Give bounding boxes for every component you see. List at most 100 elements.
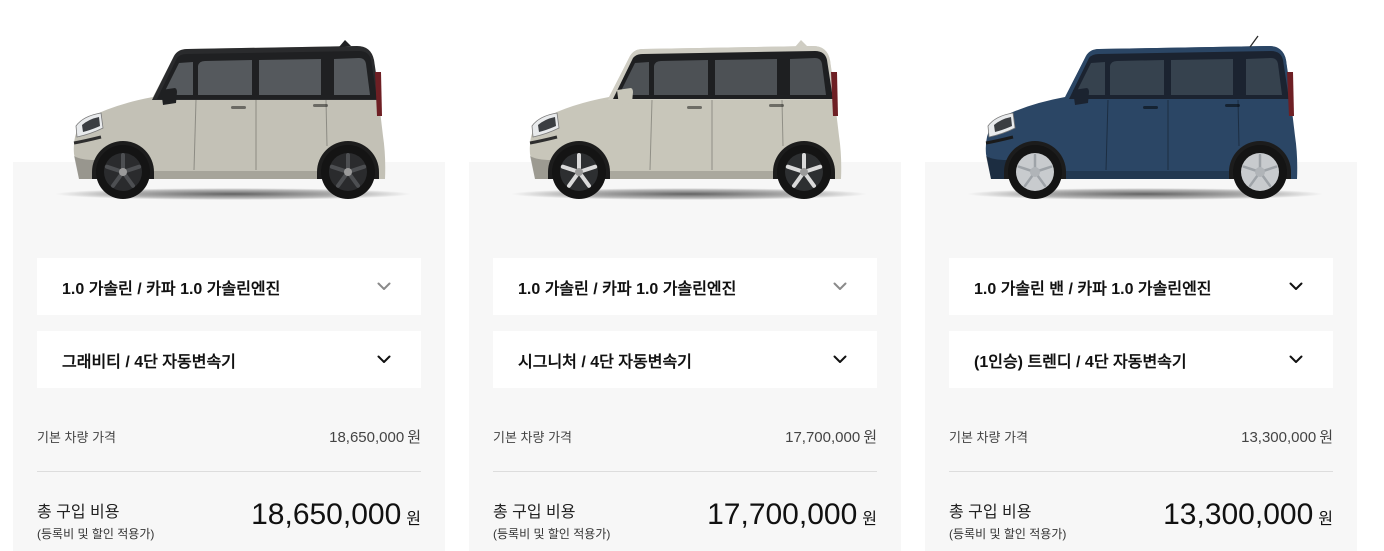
trim-card: 1.0 가솔린 / 카파 1.0 가솔린엔진 시그니처 / 4단 자동변속기 기… bbox=[469, 0, 901, 551]
front-wheel bbox=[552, 145, 606, 199]
roof-antenna bbox=[1249, 35, 1259, 48]
rear-quarter-window bbox=[334, 58, 370, 95]
total-price-value: 13,300,000 원 bbox=[1163, 498, 1333, 532]
total-price-note: (등록비 및 할인 적용가) bbox=[493, 527, 611, 541]
rear-hub bbox=[344, 168, 352, 176]
chevron-down-icon-path bbox=[377, 355, 391, 363]
engine-select[interactable]: 1.0 가솔린 / 카파 1.0 가솔린엔진 bbox=[493, 258, 877, 315]
total-price-note: (등록비 및 할인 적용가) bbox=[37, 527, 155, 541]
base-price-amount: 13,300,000 bbox=[1241, 428, 1317, 446]
total-price-amount: 18,650,000 bbox=[251, 498, 402, 531]
total-price-amount: 17,700,000 bbox=[707, 498, 858, 531]
chevron-down-icon bbox=[833, 355, 847, 363]
rear-quarter-window bbox=[790, 58, 826, 95]
engine-select-value: 1.0 가솔린 / 카파 1.0 가솔린엔진 bbox=[62, 280, 281, 298]
car-image bbox=[511, 40, 867, 200]
trim-card: 1.0 가솔린 밴 / 카파 1.0 가솔린엔진 (1인승) 트렌디 / 4단 … bbox=[925, 0, 1357, 551]
rear-door-window bbox=[1171, 59, 1233, 95]
trim-select[interactable]: (1인승) 트렌디 / 4단 자동변속기 bbox=[949, 331, 1333, 388]
trim-card: 1.0 가솔린 / 카파 1.0 가솔린엔진 그래비티 / 4단 자동변속기 기… bbox=[13, 0, 445, 551]
chevron-down-icon bbox=[377, 355, 391, 363]
total-price-value: 18,650,000 원 bbox=[251, 498, 421, 532]
rear-wheel bbox=[321, 145, 375, 199]
base-price-amount: 17,700,000 bbox=[785, 428, 861, 446]
front-door-window bbox=[198, 60, 252, 95]
chevron-down-icon bbox=[1289, 282, 1303, 290]
chevron-down-icon-path bbox=[377, 282, 391, 290]
trim-select[interactable]: 그래비티 / 4단 자동변속기 bbox=[37, 331, 421, 388]
chevron-down-icon-path bbox=[833, 282, 847, 290]
base-price-label: 기본 차량 가격 bbox=[37, 429, 116, 445]
base-price-unit: 원 bbox=[407, 428, 421, 446]
price-divider bbox=[949, 471, 1333, 472]
front-hub bbox=[1030, 167, 1040, 177]
engine-select[interactable]: 1.0 가솔린 밴 / 카파 1.0 가솔린엔진 bbox=[949, 258, 1333, 315]
rear-door-handle bbox=[769, 104, 784, 107]
base-price-unit: 원 bbox=[1319, 428, 1333, 446]
base-price-row: 기본 차량 가격 17,700,000 원 bbox=[493, 425, 877, 447]
rear-quarter-window bbox=[1246, 58, 1282, 95]
front-hub bbox=[119, 168, 127, 176]
rocker-panel bbox=[610, 171, 773, 179]
front-wheel bbox=[96, 145, 150, 199]
base-price-row: 기본 차량 가격 13,300,000 원 bbox=[949, 425, 1333, 447]
front-door-handle bbox=[687, 106, 702, 109]
base-price-label: 기본 차량 가격 bbox=[493, 429, 572, 445]
total-price-amount: 13,300,000 bbox=[1163, 498, 1314, 531]
chevron-down-icon bbox=[377, 282, 391, 290]
trim-select-value: 시그니처 / 4단 자동변속기 bbox=[518, 353, 692, 371]
front-door-window bbox=[1110, 60, 1164, 95]
side-mirror bbox=[617, 88, 633, 105]
engine-select-value: 1.0 가솔린 밴 / 카파 1.0 가솔린엔진 bbox=[974, 280, 1212, 298]
total-price-row: 총 구입 비용 (등록비 및 할인 적용가) 18,650,000 원 bbox=[37, 495, 421, 545]
front-wheel bbox=[1008, 145, 1062, 199]
total-price-row: 총 구입 비용 (등록비 및 할인 적용가) 17,700,000 원 bbox=[493, 495, 877, 545]
rear-wheel bbox=[1233, 145, 1287, 199]
front-door-handle bbox=[1143, 106, 1158, 109]
rocker-panel bbox=[1066, 171, 1229, 179]
car-image bbox=[55, 40, 411, 200]
front-hub bbox=[575, 168, 583, 176]
front-door-window bbox=[654, 60, 708, 95]
total-price-label: 총 구입 비용 bbox=[37, 504, 120, 521]
total-price-unit: 원 bbox=[862, 511, 877, 528]
trim-select-value: (1인승) 트렌디 / 4단 자동변속기 bbox=[974, 353, 1187, 371]
rear-door-window bbox=[715, 59, 777, 95]
car-image bbox=[967, 35, 1323, 200]
rear-door-handle bbox=[313, 104, 328, 107]
total-price-note: (등록비 및 할인 적용가) bbox=[949, 527, 1067, 541]
base-price-label: 기본 차량 가격 bbox=[949, 429, 1028, 445]
price-divider bbox=[493, 471, 877, 472]
base-price-row: 기본 차량 가격 18,650,000 원 bbox=[37, 425, 421, 447]
total-price-label: 총 구입 비용 bbox=[949, 504, 1032, 521]
total-price-value: 17,700,000 원 bbox=[707, 498, 877, 532]
chevron-down-icon bbox=[833, 282, 847, 290]
total-price-unit: 원 bbox=[406, 511, 421, 528]
base-price-value: 17,700,000 원 bbox=[785, 426, 877, 447]
roof-antenna bbox=[339, 40, 351, 47]
engine-select-value: 1.0 가솔린 / 카파 1.0 가솔린엔진 bbox=[518, 280, 737, 298]
rear-hub bbox=[800, 168, 808, 176]
chevron-down-icon-path bbox=[1289, 355, 1303, 363]
total-price-row: 총 구입 비용 (등록비 및 할인 적용가) 13,300,000 원 bbox=[949, 495, 1333, 545]
rear-door-handle bbox=[1225, 104, 1240, 107]
base-price-value: 13,300,000 원 bbox=[1241, 426, 1333, 447]
rear-wheel bbox=[777, 145, 831, 199]
total-price-unit: 원 bbox=[1318, 511, 1333, 528]
trim-select[interactable]: 시그니처 / 4단 자동변속기 bbox=[493, 331, 877, 388]
rear-hub bbox=[1255, 167, 1265, 177]
rocker-panel bbox=[154, 171, 317, 179]
base-price-value: 18,650,000 원 bbox=[329, 426, 421, 447]
rear-door-window bbox=[259, 59, 321, 95]
base-price-amount: 18,650,000 bbox=[329, 428, 405, 446]
total-price-label: 총 구입 비용 bbox=[493, 504, 576, 521]
trim-select-value: 그래비티 / 4단 자동변속기 bbox=[62, 353, 236, 371]
side-mirror bbox=[1073, 88, 1089, 105]
chevron-down-icon bbox=[1289, 355, 1303, 363]
trim-comparison: 1.0 가솔린 / 카파 1.0 가솔린엔진 그래비티 / 4단 자동변속기 기… bbox=[0, 0, 1384, 551]
engine-select[interactable]: 1.0 가솔린 / 카파 1.0 가솔린엔진 bbox=[37, 258, 421, 315]
base-price-unit: 원 bbox=[863, 428, 877, 446]
side-mirror bbox=[161, 88, 177, 105]
chevron-down-icon-path bbox=[833, 355, 847, 363]
roof-antenna bbox=[795, 40, 807, 47]
